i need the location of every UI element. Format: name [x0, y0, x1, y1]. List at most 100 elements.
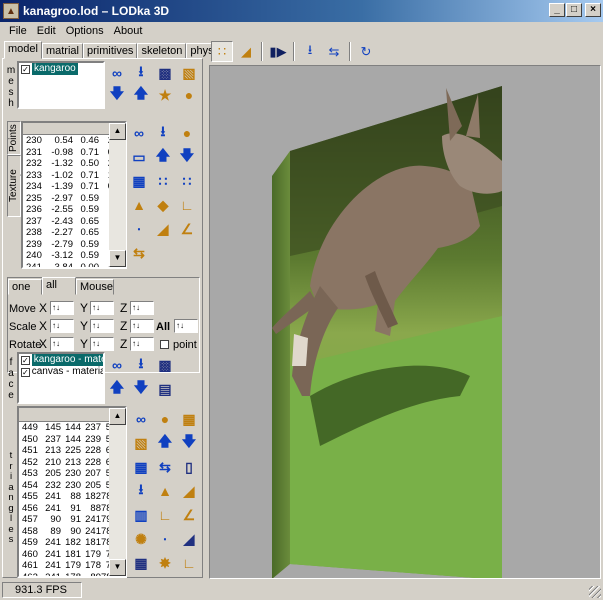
weld-icon[interactable]: ∠ [177, 219, 197, 239]
triangle-icon[interactable]: ▲ [129, 195, 149, 215]
title-bar[interactable]: ▲ kanagroo.lod – LODka 3D _ □ × [0, 0, 603, 22]
copy-icon[interactable]: ▭ [129, 147, 149, 167]
mesh-grid-icon[interactable]: ▦ [131, 553, 151, 573]
cut-icon[interactable]: ∟ [179, 553, 199, 573]
link-icon[interactable]: ∞ [107, 355, 127, 375]
scale-y-spinner[interactable]: ↑↓ [90, 319, 114, 333]
scale-x-spinner[interactable]: ↑↓ [50, 319, 74, 333]
split-icon[interactable]: ∟ [177, 195, 197, 215]
checkbox[interactable]: ✓ [21, 355, 30, 365]
subdivide-icon[interactable]: ▥ [131, 505, 151, 525]
rotate-x-spinner[interactable]: ↑↓ [50, 337, 74, 351]
move-up-icon[interactable]: 🡅 [155, 433, 175, 453]
3d-viewport[interactable] [209, 65, 601, 579]
mirror-icon[interactable]: ⇆ [323, 41, 345, 62]
scale-all-spinner[interactable]: ↑↓ [174, 319, 198, 333]
fan-icon[interactable]: ✺ [131, 529, 151, 549]
tab-model[interactable]: model [4, 41, 42, 59]
minimize-button[interactable]: _ [549, 3, 565, 17]
columns-icon[interactable]: ▯ [179, 457, 199, 477]
close-button[interactable]: × [585, 3, 601, 17]
layers-icon[interactable]: ▤ [155, 379, 175, 399]
tab-points[interactable]: Points [7, 121, 21, 155]
tab-mouse[interactable]: Mouse [76, 279, 114, 295]
move-up-icon[interactable]: 🡅 [131, 85, 151, 105]
menu-about[interactable]: About [109, 25, 148, 37]
select-grid-icon[interactable]: ▦ [129, 171, 149, 191]
import-icon[interactable]: ⭳ [153, 123, 173, 143]
diagonal-icon[interactable]: ◢ [179, 529, 199, 549]
rotate-z-spinner[interactable]: ↑↓ [130, 337, 154, 351]
merge-points-icon[interactable]: ∷ [153, 171, 173, 191]
checkbox[interactable]: ✓ [21, 367, 30, 377]
scroll-up-button[interactable]: ▲ [109, 408, 126, 425]
list-item[interactable]: ✓ kangaroo - material [19, 354, 103, 366]
move-down-icon[interactable]: 🡇 [177, 147, 197, 167]
vertex-icon[interactable]: ⋅ [155, 529, 175, 549]
move-down-icon[interactable]: 🡇 [107, 85, 127, 105]
edge-icon[interactable]: ◢ [179, 481, 199, 501]
list-item[interactable]: ✓ canvas - material1 [19, 366, 103, 378]
edge-icon[interactable]: ◢ [153, 219, 173, 239]
tab-one[interactable]: one [8, 279, 42, 295]
import-icon[interactable]: ⭳ [131, 355, 151, 375]
move-y-spinner[interactable]: ↑↓ [90, 301, 114, 315]
select-grid-icon[interactable]: ▦ [131, 457, 151, 477]
move-down-icon[interactable]: 🡇 [179, 433, 199, 453]
scale-z-spinner[interactable]: ↑↓ [130, 319, 154, 333]
tab-all[interactable]: all [42, 277, 76, 295]
import-icon[interactable]: ⭳ [131, 63, 151, 83]
vertex-icon[interactable]: ⋅ [129, 219, 149, 239]
maximize-button[interactable]: □ [566, 3, 582, 17]
resize-grip-icon[interactable] [589, 586, 601, 598]
folder-icon[interactable]: ▦ [179, 409, 199, 429]
triangles-scrollbar[interactable]: ▲ ▼ [109, 408, 126, 576]
link-icon[interactable]: ∞ [129, 123, 149, 143]
move-z-spinner[interactable]: ↑↓ [130, 301, 154, 315]
point-checkbox[interactable] [160, 340, 169, 349]
swap-icon[interactable]: ⇆ [129, 243, 149, 263]
material-ball-icon[interactable]: ● [155, 409, 175, 429]
menu-file[interactable]: File [4, 25, 32, 37]
move-down-icon[interactable]: 🡇 [131, 379, 151, 399]
tab-material[interactable]: matrial [41, 43, 83, 59]
transform-icon[interactable]: ◢ [235, 41, 257, 62]
material-ball-icon[interactable]: ● [177, 123, 197, 143]
texture-icon[interactable]: ▧ [131, 433, 151, 453]
select-points-icon[interactable]: ∷ [211, 41, 233, 62]
menu-edit[interactable]: Edit [32, 25, 61, 37]
flip-icon[interactable]: ⇆ [155, 457, 175, 477]
tab-primitives[interactable]: primitives [82, 43, 138, 59]
move-up-icon[interactable]: 🡅 [153, 147, 173, 167]
import-icon[interactable]: ⭳ [131, 481, 151, 501]
checkbox[interactable]: ✓ [21, 64, 30, 74]
scroll-down-button[interactable]: ▼ [109, 559, 126, 576]
move-up-icon[interactable]: 🡅 [107, 379, 127, 399]
menu-options[interactable]: Options [61, 25, 109, 37]
redo-icon[interactable]: ↻ [355, 41, 377, 62]
diamond-icon[interactable]: ◆ [153, 195, 173, 215]
points-grid-icon[interactable]: ∷ [177, 171, 197, 191]
mesh-list[interactable]: ✓ kangaroo [17, 61, 105, 109]
points-scrollbar[interactable]: ▲ ▼ [109, 123, 126, 267]
list-item[interactable]: ✓ kangaroo [19, 63, 103, 75]
material-ball-icon[interactable]: ● [179, 85, 199, 105]
face-list[interactable]: ✓ kangaroo - material ✓ canvas - materia… [17, 352, 105, 404]
link-icon[interactable]: ∞ [131, 409, 151, 429]
split-icon[interactable]: ∟ [155, 505, 175, 525]
scroll-down-button[interactable]: ▼ [109, 250, 126, 267]
tab-texture-coord[interactable]: Texture coord [7, 155, 31, 217]
star-icon[interactable]: ✸ [155, 553, 175, 573]
scroll-up-button[interactable]: ▲ [109, 123, 126, 140]
camera-icon[interactable]: ▮▶ [267, 41, 289, 62]
fit-icon[interactable]: ⭳ [299, 41, 321, 62]
move-x-spinner[interactable]: ↑↓ [50, 301, 74, 315]
export-icon[interactable]: ▩ [155, 355, 175, 375]
link-icon[interactable]: ∞ [107, 63, 127, 83]
triangle-icon[interactable]: ▲ [155, 481, 175, 501]
texture-icon[interactable]: ▧ [179, 63, 199, 83]
tab-skeleton[interactable]: skeleton [137, 43, 187, 59]
rotate-y-spinner[interactable]: ↑↓ [90, 337, 114, 351]
skeleton-icon[interactable]: ★ [155, 85, 175, 105]
app-icon[interactable]: ▲ [3, 3, 19, 19]
